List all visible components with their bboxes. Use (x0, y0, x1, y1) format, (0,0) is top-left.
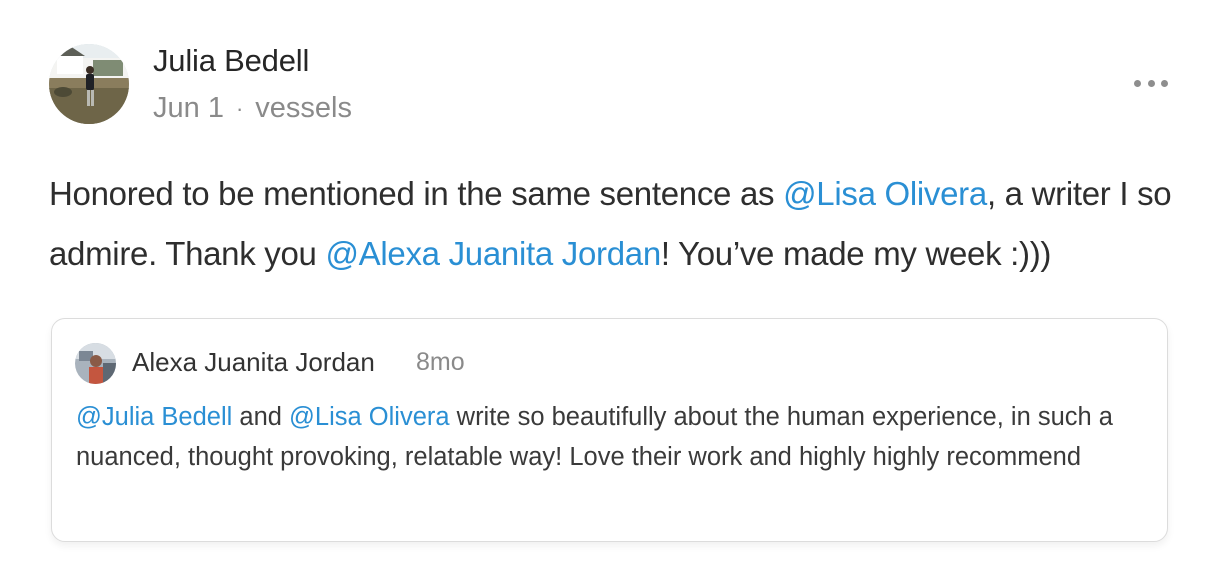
publication-link[interactable]: vessels (255, 92, 352, 125)
post-body-text: Honored to be mentioned in the same sent… (49, 175, 784, 212)
author-name[interactable]: Julia Bedell (153, 43, 309, 79)
author-avatar[interactable] (49, 44, 129, 124)
quoted-author-avatar-photo (75, 343, 116, 384)
quoted-time-ago: 8mo (416, 348, 465, 376)
quoted-note-card[interactable]: Alexa Juanita Jordan 8mo @Julia Bedell a… (51, 318, 1168, 542)
mention-link[interactable]: @Alexa Juanita Jordan (325, 235, 661, 272)
quoted-body-text: and (232, 403, 290, 431)
author-avatar-photo (49, 44, 129, 124)
mention-link[interactable]: @Lisa Olivera (783, 175, 987, 212)
quoted-author-avatar[interactable] (75, 343, 116, 384)
ellipsis-icon-dot (1147, 79, 1155, 87)
post-date[interactable]: Jun 1 (153, 92, 224, 125)
post-body: Honored to be mentioned in the same sent… (49, 164, 1179, 284)
post-meta: Jun 1 · vessels (153, 92, 352, 125)
ellipsis-icon (1134, 79, 1141, 87)
more-options-button[interactable] (1131, 71, 1171, 95)
note-post: Julia Bedell Jun 1 · vessels Honored to … (0, 0, 1214, 562)
mention-link[interactable]: @Julia Bedell (76, 403, 232, 431)
post-body-text: ! You’ve made my week :))) (660, 235, 1052, 272)
ellipsis-icon-dot (1161, 79, 1168, 87)
meta-separator: · (235, 95, 244, 121)
quoted-note-body: @Julia Bedell and @Lisa Olivera write so… (76, 397, 1146, 477)
mention-link[interactable]: @Lisa Olivera (289, 403, 450, 431)
quoted-author-name[interactable]: Alexa Juanita Jordan (132, 347, 375, 378)
